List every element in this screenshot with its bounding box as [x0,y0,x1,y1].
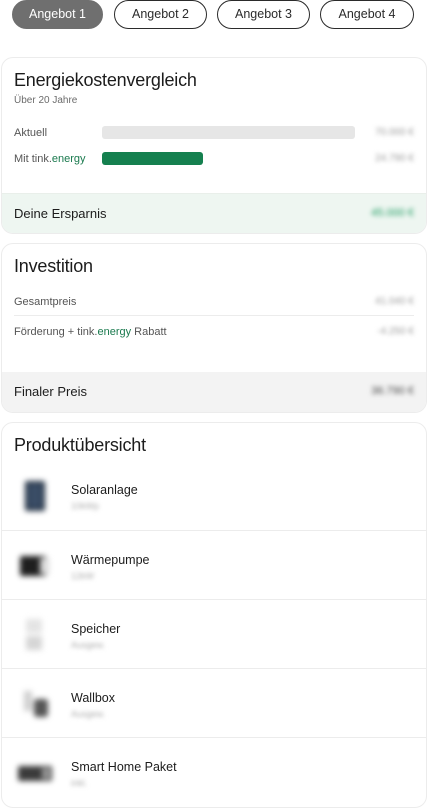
investment-card-title: Investition [14,256,93,276]
tab-angebot-2[interactable]: Angebot 2 [114,0,207,29]
wallbox-icon [16,685,54,723]
battery-storage-icon [16,616,54,654]
subsidy-label-suffix: Rabatt [131,326,167,338]
product-wallbox[interactable]: Wallbox Ausgew. [2,668,426,737]
smart-home-icon [16,754,54,792]
total-price-value: 41.040 € [375,296,414,307]
energy-card-subtitle: Über 20 Jahre [14,95,78,106]
savings-label: Deine Ersparnis [14,206,107,221]
product-name: Wärmepumpe [71,553,150,567]
product-sub: Ausgew. [71,640,106,650]
heat-pump-icon [16,547,54,585]
current-cost-label: Aktuell [14,127,48,139]
subsidy-label: Förderung + tink.energy Rabatt [14,326,167,338]
subsidy-label-prefix: Förderung + tink. [14,326,98,338]
product-name: Speicher [71,622,121,636]
final-price-value: 36.790 € [371,385,414,397]
final-price-row: Finaler Preis 36.790 € [2,372,426,412]
investment-divider [14,315,414,316]
product-overview-card: Produktübersicht Solaranlage 10kWp Wärme… [1,422,427,808]
product-sub: 10kWp [71,501,100,511]
product-sub: Ausgew. [71,709,106,719]
current-cost-value: 70.000 € [375,127,414,138]
tab-angebot-1[interactable]: Angebot 1 [12,0,103,29]
energy-card-title: Energiekostenvergleich [14,70,197,90]
subsidy-value: -4.250 € [377,326,414,337]
tink-cost-label-prefix: Mit tink. [14,153,52,165]
product-sub: inkl. [71,778,88,788]
tink-cost-bar [102,152,203,165]
product-smart-home[interactable]: Smart Home Paket inkl. [2,737,426,806]
solar-panel-icon [16,477,54,515]
product-solaranlage[interactable]: Solaranlage 10kWp [2,461,426,530]
total-price-label: Gesamtpreis [14,296,77,308]
energy-cost-card: Energiekostenvergleich Über 20 Jahre Akt… [1,57,427,234]
tink-cost-value: 24.790 € [375,153,414,164]
product-name: Solaranlage [71,483,138,497]
tab-angebot-4[interactable]: Angebot 4 [320,0,414,29]
savings-row: Deine Ersparnis 45.000 € [2,193,426,233]
tab-angebot-3[interactable]: Angebot 3 [217,0,310,29]
products-card-title: Produktübersicht [14,435,146,455]
offer-tabs: Angebot 1 Angebot 2 Angebot 3 Angebot 4 [0,0,428,30]
subsidy-label-accent: energy [97,326,132,338]
current-cost-bar [102,126,355,139]
product-name: Wallbox [71,691,115,705]
tink-cost-label-accent: energy [51,153,86,165]
product-speicher[interactable]: Speicher Ausgew. [2,599,426,668]
product-sub: 12kW [71,571,95,581]
product-name: Smart Home Paket [71,760,177,774]
product-waermepumpe[interactable]: Wärmepumpe 12kW [2,530,426,599]
investment-card: Investition Gesamtpreis 41.040 € Förderu… [1,243,427,413]
tink-cost-label: Mit tink.energy [14,153,86,165]
final-price-label: Finaler Preis [14,384,87,399]
savings-value: 45.000 € [371,207,414,219]
